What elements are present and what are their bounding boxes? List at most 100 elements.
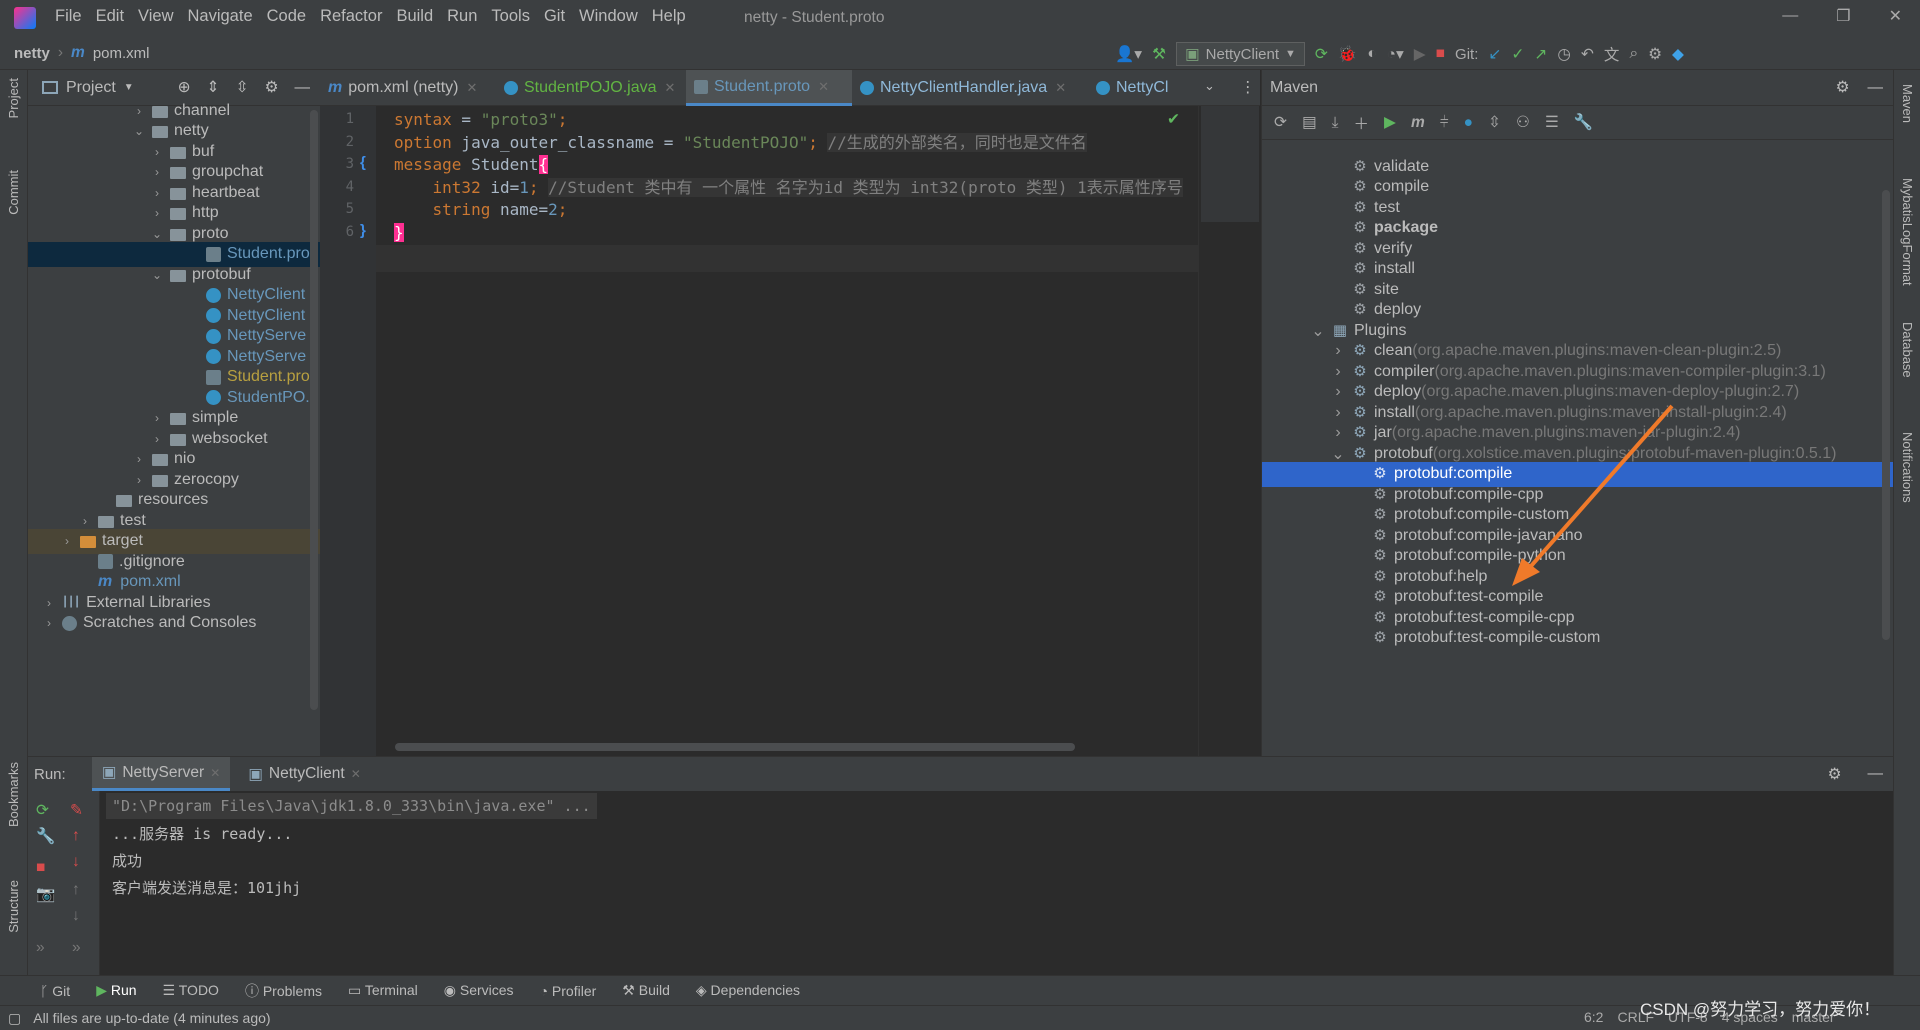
tab-student-proto[interactable]: Student.proto ✕: [686, 70, 852, 106]
rerun-icon[interactable]: ⟳: [36, 801, 49, 820]
close-tab-icon[interactable]: ✕: [665, 80, 676, 96]
scroll-up-icon[interactable]: ↑: [72, 881, 80, 899]
chevron-right-icon[interactable]: ›: [150, 145, 164, 159]
camera-icon[interactable]: 📷: [36, 885, 55, 904]
todo-tool-button[interactable]: ☰ TODO: [163, 982, 219, 999]
chevron-right-icon[interactable]: ›: [1330, 424, 1346, 442]
plugin-logo-icon[interactable]: ◆: [1672, 45, 1684, 64]
more-tabs-icon[interactable]: ⋮: [1240, 78, 1256, 97]
close-tab-icon[interactable]: ✕: [210, 766, 220, 780]
execute-goal-icon[interactable]: m: [1411, 114, 1425, 132]
menu-git[interactable]: Git: [544, 7, 565, 26]
notifications-tool-button[interactable]: Notifications: [1900, 432, 1915, 503]
chevron-right-icon[interactable]: ›: [150, 411, 164, 425]
run-maven-icon[interactable]: ▶: [1384, 113, 1396, 132]
more-icon[interactable]: »: [72, 939, 81, 957]
chevron-down-icon[interactable]: ⌄: [1204, 78, 1215, 94]
chevron-right-icon[interactable]: ›: [42, 596, 56, 610]
wrench-icon[interactable]: 🔧: [1574, 113, 1593, 132]
down-arrow-icon[interactable]: ↓: [72, 853, 80, 871]
dependencies-icon[interactable]: ☰: [1545, 113, 1559, 132]
history-icon[interactable]: ◷: [1557, 45, 1571, 64]
git-update-icon[interactable]: ↙: [1488, 45, 1501, 64]
stop-icon[interactable]: ■: [36, 859, 45, 877]
collapse-icon[interactable]: ⇳: [1488, 113, 1501, 132]
chevron-down-icon[interactable]: ▼: [124, 82, 134, 93]
close-button[interactable]: ✕: [1889, 6, 1902, 26]
problems-tool-button[interactable]: ⓘ Problems: [245, 981, 322, 1001]
diagram-icon[interactable]: ⚇: [1516, 113, 1530, 132]
menu-build[interactable]: Build: [396, 7, 433, 26]
run-tab-nettyserver[interactable]: ▣ NettyServer ✕: [91, 757, 231, 791]
maven-tool-button[interactable]: Maven: [1900, 84, 1915, 123]
locate-file-icon[interactable]: ⊕: [178, 78, 191, 97]
chevron-down-icon[interactable]: ⌄: [1330, 444, 1346, 464]
rollback-icon[interactable]: ↶: [1581, 45, 1594, 64]
panel-settings-icon[interactable]: ⚙: [265, 78, 279, 97]
menu-tools[interactable]: Tools: [491, 7, 530, 26]
rerun-icon[interactable]: ⟳: [1315, 45, 1328, 64]
profile-icon[interactable]: ◔▾: [1387, 45, 1404, 64]
add-project-icon[interactable]: ▤: [1302, 113, 1317, 132]
chevron-right-icon[interactable]: ›: [1330, 363, 1346, 381]
code-editor[interactable]: syntax = "proto3"; option java_outer_clas…: [376, 106, 1198, 756]
user-icon[interactable]: 👤▾: [1115, 45, 1142, 64]
breadcrumb-file[interactable]: pom.xml: [93, 45, 150, 62]
services-tool-button[interactable]: ◉ Services: [444, 982, 514, 999]
run-tab-nettyclient[interactable]: ▣ NettyClient ✕: [238, 757, 371, 791]
search-icon[interactable]: ⌕: [1629, 45, 1638, 63]
restore-button[interactable]: ❐: [1836, 6, 1850, 26]
build-hammer-icon[interactable]: ⚒: [1152, 45, 1166, 64]
translate-icon[interactable]: 文: [1604, 43, 1620, 65]
chevron-right-icon[interactable]: ›: [60, 534, 74, 548]
minimize-button[interactable]: —: [1782, 7, 1798, 25]
hide-panel-icon[interactable]: —: [295, 79, 311, 97]
menu-refactor[interactable]: Refactor: [320, 7, 382, 26]
chevron-down-icon[interactable]: ⌄: [132, 124, 146, 138]
menu-run[interactable]: Run: [447, 7, 477, 26]
chevron-right-icon[interactable]: ›: [1330, 342, 1346, 360]
hide-panel-icon[interactable]: —: [1868, 79, 1884, 97]
menu-help[interactable]: Help: [652, 7, 686, 26]
run-config-select[interactable]: ▣ NettyClient ▼: [1176, 42, 1305, 66]
minimap-preview[interactable]: [1201, 106, 1259, 222]
run-disabled-icon[interactable]: ▶: [1414, 45, 1426, 64]
git-push-icon[interactable]: ↗: [1534, 45, 1547, 64]
chevron-right-icon[interactable]: ›: [150, 206, 164, 220]
menu-code[interactable]: Code: [267, 7, 306, 26]
hide-panel-icon[interactable]: —: [1868, 765, 1884, 783]
chevron-right-icon[interactable]: ›: [150, 186, 164, 200]
project-scrollbar[interactable]: [310, 110, 318, 710]
scroll-down-icon[interactable]: ↓: [72, 907, 80, 925]
chevron-right-icon[interactable]: ›: [150, 165, 164, 179]
menu-file[interactable]: File: [55, 7, 82, 26]
chevron-right-icon[interactable]: ›: [78, 514, 92, 528]
maven-settings-icon[interactable]: ⚙: [1836, 78, 1850, 97]
clear-icon[interactable]: ✎: [70, 801, 83, 820]
up-arrow-icon[interactable]: ↑: [72, 827, 80, 845]
skip-tests-icon[interactable]: ●: [1464, 114, 1473, 132]
mybatis-log-tool-button[interactable]: MybatisLogFormat: [1900, 178, 1915, 286]
database-tool-button[interactable]: Database: [1900, 322, 1915, 378]
tab-nettyclienthandler-java[interactable]: NettyClientHandler.java ✕: [852, 70, 1088, 106]
menu-window[interactable]: Window: [579, 7, 638, 26]
chevron-down-icon[interactable]: ⌄: [150, 268, 164, 282]
profiler-tool-button[interactable]: ◔ Profiler: [540, 983, 597, 999]
stop-icon[interactable]: ■: [1436, 45, 1445, 63]
chevron-right-icon[interactable]: ›: [42, 616, 56, 630]
chevron-right-icon[interactable]: ›: [1330, 404, 1346, 422]
build-tool-button[interactable]: ⚒ Build: [622, 982, 670, 999]
console-output[interactable]: "D:\Program Files\Java\jdk1.8.0_333\bin\…: [100, 791, 1893, 976]
editor-horizontal-scrollbar[interactable]: [395, 743, 1075, 751]
expand-all-icon[interactable]: ⇕: [207, 78, 220, 97]
debug-icon[interactable]: 🐞: [1338, 45, 1357, 64]
bookmarks-tool-button[interactable]: Bookmarks: [6, 762, 21, 827]
close-tab-icon[interactable]: ✕: [351, 767, 361, 781]
tab-pom-xml[interactable]: m pom.xml (netty) ✕: [320, 70, 496, 106]
chevron-right-icon[interactable]: ›: [150, 432, 164, 446]
settings-gear-icon[interactable]: ⚙: [1648, 45, 1662, 64]
tab-studentpojo-java[interactable]: StudentPOJO.java ✕: [496, 70, 686, 106]
tree-item[interactable]: › Scratches and Consoles: [28, 611, 320, 636]
reload-icon[interactable]: ⟳: [1274, 113, 1287, 132]
wrench-icon[interactable]: 🔧: [36, 827, 55, 846]
